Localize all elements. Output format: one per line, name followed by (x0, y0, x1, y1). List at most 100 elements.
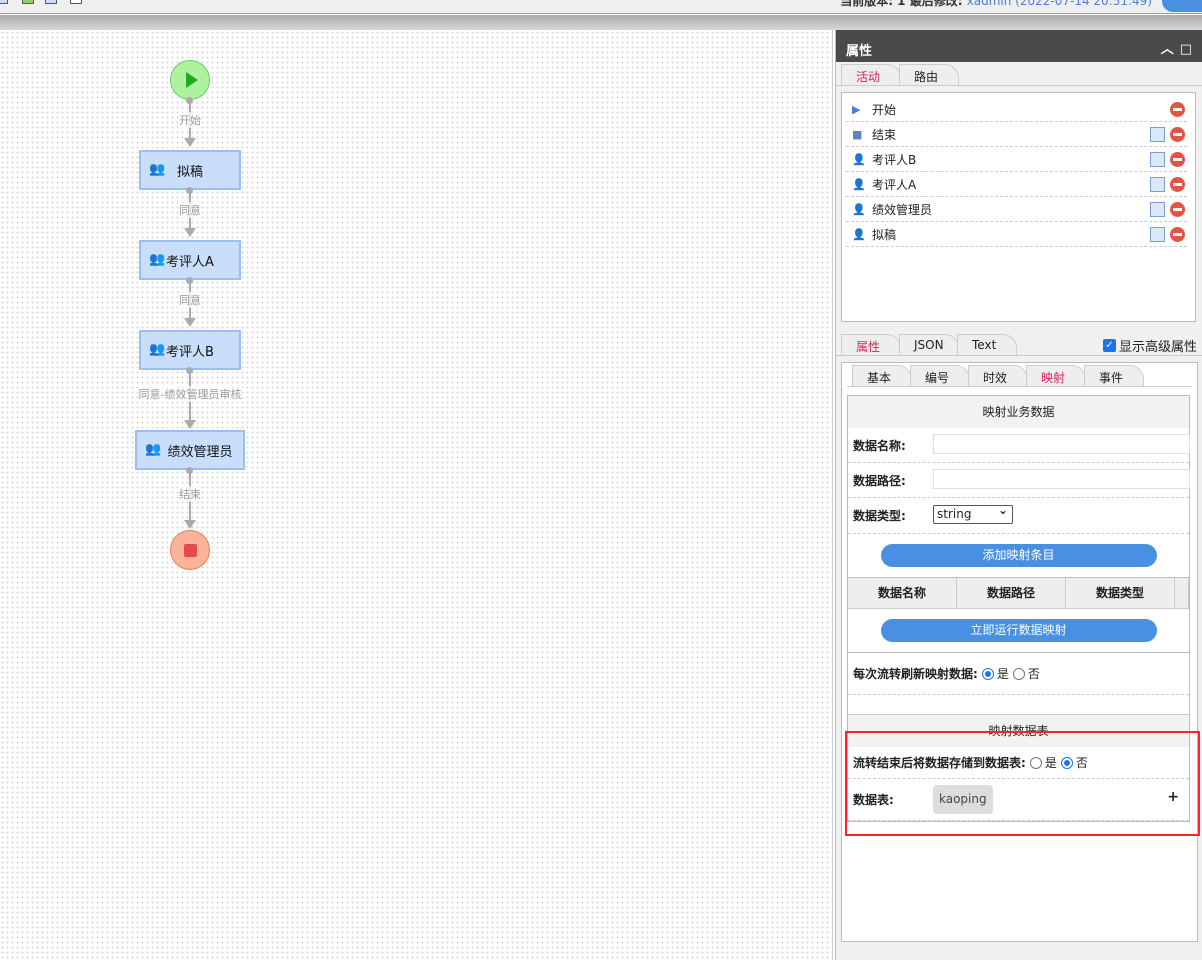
users-icon: 👥 (149, 162, 166, 177)
copy-icon[interactable] (1150, 202, 1165, 217)
store-no-radio[interactable]: 否 (1060, 754, 1088, 771)
column-header: 数据路径 (957, 578, 1066, 608)
edge-label[interactable]: 同意 (179, 202, 201, 218)
property-content: 基本 编号 时效 映射 事件 映射业务数据 数据名称: 数据路径: 数据类型: s… (841, 362, 1198, 942)
publish-button[interactable] (1162, 0, 1202, 12)
stop-icon (184, 544, 197, 557)
panel-title: 属性 (846, 44, 873, 59)
maximize-icon[interactable]: □ (1180, 42, 1198, 57)
tab-text[interactable]: Text (957, 334, 1017, 355)
tabs: 活动 路由 (836, 62, 1202, 86)
edge-label[interactable]: 同意-绩效管理员审核 (138, 386, 242, 402)
show-advanced-checkbox[interactable]: ✓ 显示高级属性 (1102, 336, 1197, 355)
version-info: 当前版本: 1 最后修改: xadmin (2022-07-14 20:51:4… (840, 0, 1152, 9)
collapse-icon[interactable]: ︿ (1161, 42, 1180, 57)
refresh-yes-radio[interactable]: 是 (981, 665, 1009, 682)
end-node[interactable] (170, 530, 210, 570)
store-yes-radio[interactable]: 是 (1029, 754, 1057, 771)
toolbar-icon[interactable] (22, 0, 34, 4)
mapping-form: 映射业务数据 数据名称: 数据路径: 数据类型: string 添加映射条目 数据… (847, 395, 1190, 822)
save-icon[interactable] (45, 0, 57, 4)
edge-label[interactable]: 结束 (179, 486, 201, 502)
run-mapping-button[interactable]: 立即运行数据映射 (880, 619, 1157, 642)
activity-name: 拟稿 (872, 227, 897, 242)
plus-icon[interactable]: + (1167, 789, 1179, 805)
copy-icon[interactable] (1150, 152, 1165, 167)
play-icon (186, 72, 198, 88)
edge-label[interactable]: 开始 (179, 112, 201, 128)
toolbar-icon[interactable] (70, 0, 82, 4)
radio-label: 否 (1075, 756, 1088, 770)
field-label: 数据路径: (853, 473, 906, 488)
toolbar: 当前版本: 1 最后修改: xadmin (2022-07-14 20:51:4… (0, 0, 1202, 14)
tab-number[interactable]: 编号 (910, 365, 970, 386)
activity-name: 考评人A (872, 177, 917, 192)
node-label: 拟稿 (176, 164, 203, 180)
tab-basic[interactable]: 基本 (852, 365, 912, 386)
task-node-admin[interactable]: 👥 绩效管理员 (135, 430, 245, 470)
start-node[interactable] (170, 60, 210, 100)
delete-icon[interactable] (1170, 202, 1185, 217)
node-label: 绩效管理员 (167, 444, 233, 460)
list-item[interactable]: 👤 考评人A (846, 172, 1187, 197)
user-icon: 👤 (852, 178, 866, 191)
tab-route[interactable]: 路由 (899, 64, 959, 85)
task-node-draft[interactable]: 👥 拟稿 (139, 150, 241, 190)
field-label: 流转结束后将数据存储到数据表: (853, 756, 1026, 770)
radio-label: 是 (1044, 756, 1057, 770)
list-item[interactable]: ■ 结束 (846, 122, 1187, 147)
task-node-reviewer-a[interactable]: 👥 考评人A (139, 240, 241, 280)
delete-icon[interactable] (1170, 152, 1185, 167)
users-icon: 👥 (149, 342, 166, 357)
activity-list: ▶ 开始 ■ 结束 👤 考评人B 👤 考评人A 👤 绩效管理员 👤 拟稿 (841, 92, 1196, 322)
list-item[interactable]: 👤 拟稿 (846, 222, 1187, 247)
refresh-no-radio[interactable]: 否 (1012, 665, 1040, 682)
copy-icon[interactable] (1150, 177, 1165, 192)
column-spacer (1175, 578, 1189, 608)
flow-canvas[interactable]: 开始 👥 拟稿 同意 👥 考评人A 同意 👥 考评人B 同意-绩效管理员审核 👥 绩效管… (0, 30, 833, 960)
list-item[interactable]: 👤 考评人B (846, 147, 1187, 172)
delete-icon[interactable] (1170, 102, 1185, 117)
data-table-tag[interactable]: kaoping (933, 785, 993, 814)
delete-icon[interactable] (1170, 177, 1185, 192)
version-label: 当前版本: 1 最后修改: (840, 0, 967, 8)
tab-events[interactable]: 事件 (1084, 365, 1144, 386)
activity-name: 结束 (872, 127, 897, 142)
toolbar-shadow (0, 15, 1202, 30)
panel-header: 属性 ︿□ (836, 30, 1202, 62)
tab-mapping[interactable]: 映射 (1026, 365, 1086, 386)
node-label: 考评人A (166, 254, 214, 270)
data-name-input[interactable] (933, 434, 1190, 454)
add-mapping-button[interactable]: 添加映射条目 (880, 544, 1157, 567)
list-item[interactable]: 👤 绩效管理员 (846, 197, 1187, 222)
tab-properties[interactable]: 属性 (841, 334, 901, 355)
tab-timing[interactable]: 时效 (968, 365, 1028, 386)
data-path-input[interactable] (933, 469, 1190, 489)
field-label: 数据类型: (853, 509, 906, 523)
user-icon: 👤 (852, 153, 866, 166)
radio-checked-icon (1060, 756, 1073, 769)
task-node-reviewer-b[interactable]: 👥 考评人B (139, 330, 241, 370)
checkbox-checked-icon: ✓ (1102, 339, 1116, 352)
list-item[interactable]: ▶ 开始 (846, 97, 1187, 122)
copy-icon[interactable] (1150, 127, 1165, 142)
edge-label[interactable]: 同意 (179, 292, 201, 308)
user-icon: 👤 (852, 203, 866, 216)
tab-json[interactable]: JSON (899, 334, 959, 355)
node-label: 考评人B (166, 344, 214, 360)
sub-tabs: 基本 编号 时效 映射 事件 (847, 363, 1192, 387)
field-label: 数据表: (853, 793, 894, 807)
tab-activity[interactable]: 活动 (841, 64, 901, 85)
delete-icon[interactable] (1170, 227, 1185, 242)
data-type-select[interactable]: string (933, 502, 1013, 524)
radio-label: 是 (996, 667, 1009, 681)
modified-info: xadmin (2022-07-14 20:51:49) (966, 0, 1152, 8)
toolbar-icon[interactable] (0, 0, 8, 4)
play-icon: ▶ (852, 103, 861, 116)
stop-icon: ■ (852, 128, 863, 141)
activity-name: 考评人B (872, 152, 917, 167)
radio-icon (1012, 667, 1025, 680)
activity-name: 绩效管理员 (872, 202, 933, 217)
copy-icon[interactable] (1150, 227, 1165, 242)
delete-icon[interactable] (1170, 127, 1185, 142)
